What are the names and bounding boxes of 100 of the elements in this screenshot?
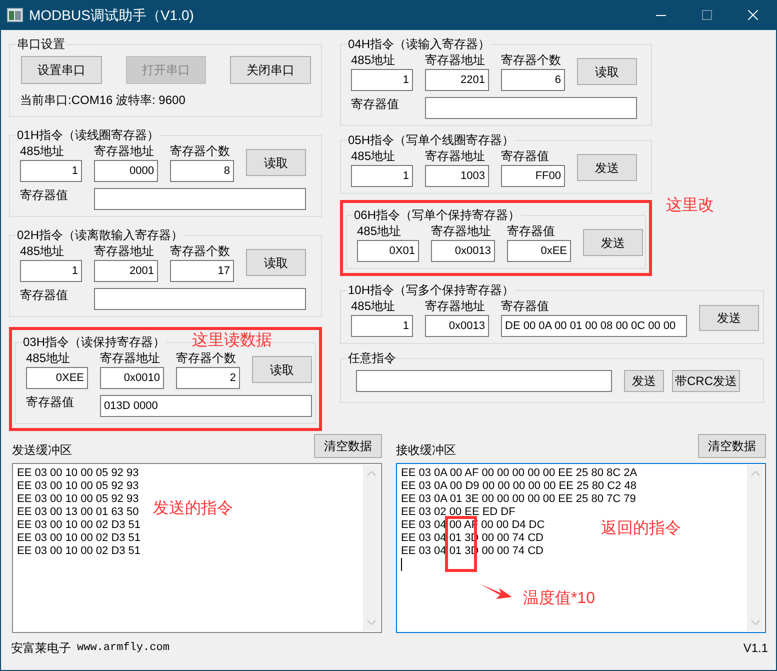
input-field[interactable] — [94, 288, 306, 310]
buffer-label: 接收缓冲区 — [396, 442, 456, 458]
group-title: 02H指令（读离散输入寄存器） — [16, 227, 184, 243]
text-area[interactable] — [396, 463, 766, 633]
annotation-text: 这里读数据 — [192, 332, 272, 350]
input-field[interactable]: 2201 — [425, 69, 489, 91]
input-field[interactable]: DE 00 0A 00 01 00 08 00 0C 00 00 — [501, 315, 687, 337]
input-field[interactable] — [356, 370, 612, 392]
group-title: 04H指令（读输入寄存器） — [347, 36, 492, 52]
close-icon[interactable] — [748, 10, 758, 20]
button[interactable]: 清空数据 — [698, 434, 766, 458]
input-field[interactable]: 1 — [351, 69, 413, 91]
button[interactable]: 设置串口 — [21, 56, 102, 84]
field-label: 寄存器值 — [20, 287, 69, 303]
field-label: 寄存器值 — [26, 394, 75, 410]
group-title: 01H指令（读线圈寄存器） — [16, 127, 160, 143]
field-label: 寄存器值 — [20, 187, 69, 203]
field-label: 485地址 — [357, 223, 402, 239]
button[interactable]: 发送 — [577, 154, 637, 181]
button[interactable]: 清空数据 — [314, 434, 382, 458]
input-field[interactable]: 2 — [176, 367, 240, 389]
annotation-text: 这里改 — [666, 196, 714, 216]
button[interactable]: 带CRC发送 — [672, 370, 740, 392]
text-cursor — [401, 558, 402, 571]
field-label: 寄存器地址 — [431, 223, 492, 239]
button[interactable]: 读取 — [577, 58, 637, 85]
group-title: 03H指令（读保持寄存器） — [22, 334, 166, 350]
buffer-line: EE 03 00 10 00 02 D3 51 — [17, 545, 141, 558]
buffer-line: EE 03 0A 01 3E 00 00 00 00 00 EE 25 80 7C 79 — [401, 493, 636, 506]
button[interactable]: 发送 — [583, 229, 643, 256]
buffer-line: EE 03 00 10 00 02 D3 51 — [17, 532, 141, 545]
group-title: 10H指令（写多个保持寄存器） — [347, 282, 516, 298]
window-title: MODBUS调试助手（V1.0) — [29, 6, 194, 25]
field-label: 寄存器地址 — [425, 52, 486, 68]
field-label: 寄存器个数 — [176, 350, 237, 366]
input-field[interactable]: 6 — [501, 69, 565, 91]
input-field[interactable]: FF00 — [501, 165, 565, 187]
field-label: 寄存器地址 — [100, 350, 161, 366]
input-field[interactable]: 1003 — [425, 165, 489, 187]
buffer-line: EE 03 00 10 00 02 D3 51 — [17, 519, 141, 532]
group-title: 串口设置 — [16, 36, 66, 52]
input-field[interactable]: 2001 — [94, 260, 158, 282]
input-field[interactable]: 1 — [351, 165, 413, 187]
buffer-line: EE 03 00 10 00 05 92 93 — [17, 493, 139, 506]
buffer-line: EE 03 00 13 00 01 63 50 — [17, 506, 139, 519]
input-field[interactable]: 0x0010 — [100, 367, 164, 389]
input-field[interactable]: 0x0013 — [431, 240, 495, 262]
input-field[interactable] — [94, 188, 306, 210]
group-title: 05H指令（写单个线圈寄存器） — [347, 132, 516, 148]
field-label: 寄存器个数 — [501, 52, 562, 68]
button[interactable]: 关闭串口 — [230, 56, 312, 84]
field-label: 485地址 — [351, 52, 396, 68]
field-label: 485地址 — [20, 243, 66, 259]
input-field[interactable]: 0XEE — [26, 367, 88, 389]
group-title: 06H指令（写单个保持寄存器） — [353, 207, 522, 223]
annotation-text: 返回的指令 — [601, 520, 681, 538]
field-label: 寄存器地址 — [94, 243, 155, 259]
field-label: 寄存器地址 — [94, 143, 155, 159]
input-field[interactable] — [425, 97, 637, 119]
input-field[interactable]: 1 — [351, 315, 413, 337]
buffer-label: 发送缓冲区 — [12, 442, 72, 458]
field-label: 寄存器地址 — [425, 298, 486, 314]
annotation-text: 发送的指令 — [153, 500, 233, 518]
input-field[interactable]: 8 — [170, 160, 234, 182]
highlight-frame — [445, 516, 477, 572]
website-url: www.armfly.com — [77, 640, 170, 656]
input-field[interactable]: 0000 — [94, 160, 158, 182]
text-area[interactable]: EE 03 00 10 00 05 92 93 EE 03 00 10 00 05 92 93 EE 03 00 10 00 05 92 93 EE 03 00 13 00 01 63 50 EE 03 00 10 00 02 D3 51 EE 03 00 10 00 02 D3 51 EE 03 00 10 00 02 D3 51 发送的指令 — [12, 463, 382, 633]
buffer-line: EE 03 02 00 EE ED DF — [401, 506, 516, 519]
button[interactable]: 发送 — [624, 370, 664, 392]
field-label: 寄存器个数 — [170, 243, 231, 259]
field-label: 寄存器地址 — [425, 148, 486, 164]
group-title: 任意指令 — [347, 350, 397, 366]
buffer-line: EE 03 00 10 00 05 92 93 — [17, 467, 139, 480]
maximize-icon[interactable] — [702, 10, 712, 20]
company-name: 安富莱电子 — [11, 640, 71, 657]
button[interactable]: 读取 — [246, 149, 306, 176]
input-field[interactable]: 1 — [20, 160, 82, 182]
field-label: 485地址 — [351, 298, 396, 314]
annotation-text: 温度值*10 — [523, 590, 596, 608]
version-label: V1.1 — [743, 640, 768, 657]
field-label: 485地址 — [20, 143, 66, 159]
button[interactable]: 读取 — [252, 356, 312, 383]
field-label: 寄存器值 — [507, 223, 556, 239]
field-label: 寄存器值 — [351, 96, 400, 112]
buffer-line: EE 03 0A 00 D9 00 00 00 00 00 EE 25 80 C2 48 — [401, 480, 636, 493]
input-field[interactable]: 0xEE — [507, 240, 571, 262]
port-status: 当前串口:COM16 波特率: 9600 — [20, 92, 186, 108]
input-field[interactable]: 0x0013 — [425, 315, 489, 337]
input-field[interactable]: 1 — [20, 260, 82, 282]
buffer-line: EE 03 0A 00 AF 00 00 00 00 00 EE 25 80 8C 2A — [401, 467, 638, 480]
input-field[interactable]: 013D 0000 — [100, 395, 312, 417]
field-label: 485地址 — [26, 350, 72, 366]
field-label: 寄存器值 — [501, 298, 550, 314]
button[interactable]: 发送 — [699, 304, 759, 330]
buffer-line: EE 03 00 10 00 05 92 93 — [17, 480, 139, 493]
button[interactable]: 读取 — [246, 249, 306, 276]
field-label: 寄存器值 — [501, 148, 550, 164]
input-field[interactable]: 17 — [170, 260, 234, 282]
input-field[interactable]: 0X01 — [357, 240, 419, 262]
